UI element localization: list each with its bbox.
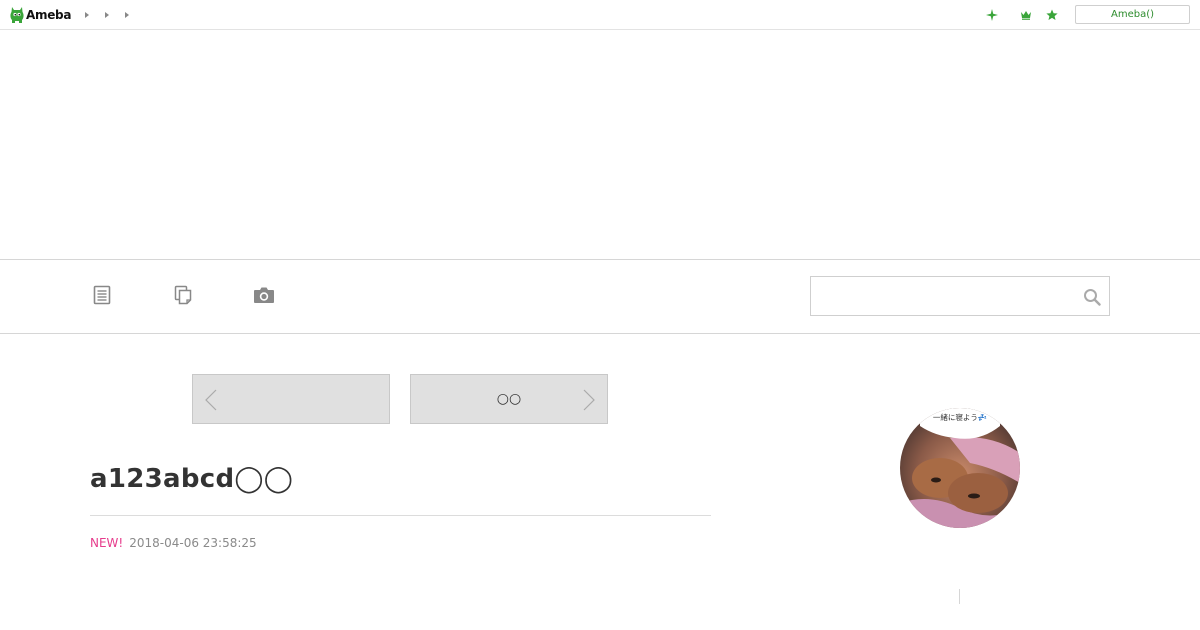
breadcrumb [84, 10, 144, 20]
camera-icon[interactable] [252, 284, 276, 306]
top-icon-group [974, 7, 1060, 23]
star-icon[interactable] [1044, 7, 1060, 23]
article-meta: NEW! 2018-04-06 23:58:25 [90, 536, 257, 550]
breadcrumb-item-3[interactable] [124, 10, 144, 20]
search-box [810, 276, 1110, 316]
next-entry-button[interactable]: ○○ [410, 374, 608, 424]
profile-caption: 一緒に寝よう💤 [933, 412, 987, 422]
search-icon [1084, 289, 1101, 306]
ad-area [0, 31, 1200, 259]
sleeping-dogs-photo: 一緒に寝よう💤 [900, 408, 1020, 528]
caret-right-icon [85, 12, 89, 18]
next-entry-label: ○○ [496, 391, 522, 407]
chevron-right-icon [583, 389, 595, 411]
copy-icon[interactable] [171, 284, 195, 306]
search-button[interactable] [1081, 286, 1103, 308]
article-date: 2018-04-06 23:58:25 [129, 536, 257, 550]
ameba-mascot-icon [10, 7, 24, 23]
article-title[interactable]: a123abcd◯◯ [90, 464, 293, 494]
crown-icon[interactable] [1018, 7, 1034, 23]
sidebar-divider [959, 589, 960, 604]
logo-text: Ameba [26, 8, 72, 22]
caret-right-icon [105, 12, 109, 18]
breadcrumb-item-2[interactable] [104, 10, 124, 20]
prev-entry-label [193, 375, 389, 423]
ameba-login-button[interactable]: Ameba() [1075, 5, 1190, 24]
new-badge: NEW! [90, 536, 124, 550]
caret-right-icon [125, 12, 129, 18]
title-divider [90, 515, 711, 516]
sparkle-icon[interactable] [984, 7, 1000, 23]
top-bar: Ameba Ameba() [0, 0, 1200, 30]
ameba-logo[interactable]: Ameba [10, 5, 71, 25]
prev-entry-button[interactable] [192, 374, 390, 424]
document-icon[interactable] [90, 284, 114, 306]
profile-avatar[interactable]: 一緒に寝よう💤 [900, 408, 1020, 528]
blog-nav-bar [0, 259, 1200, 334]
breadcrumb-item-1[interactable] [84, 10, 104, 20]
search-input[interactable] [811, 277, 1071, 315]
